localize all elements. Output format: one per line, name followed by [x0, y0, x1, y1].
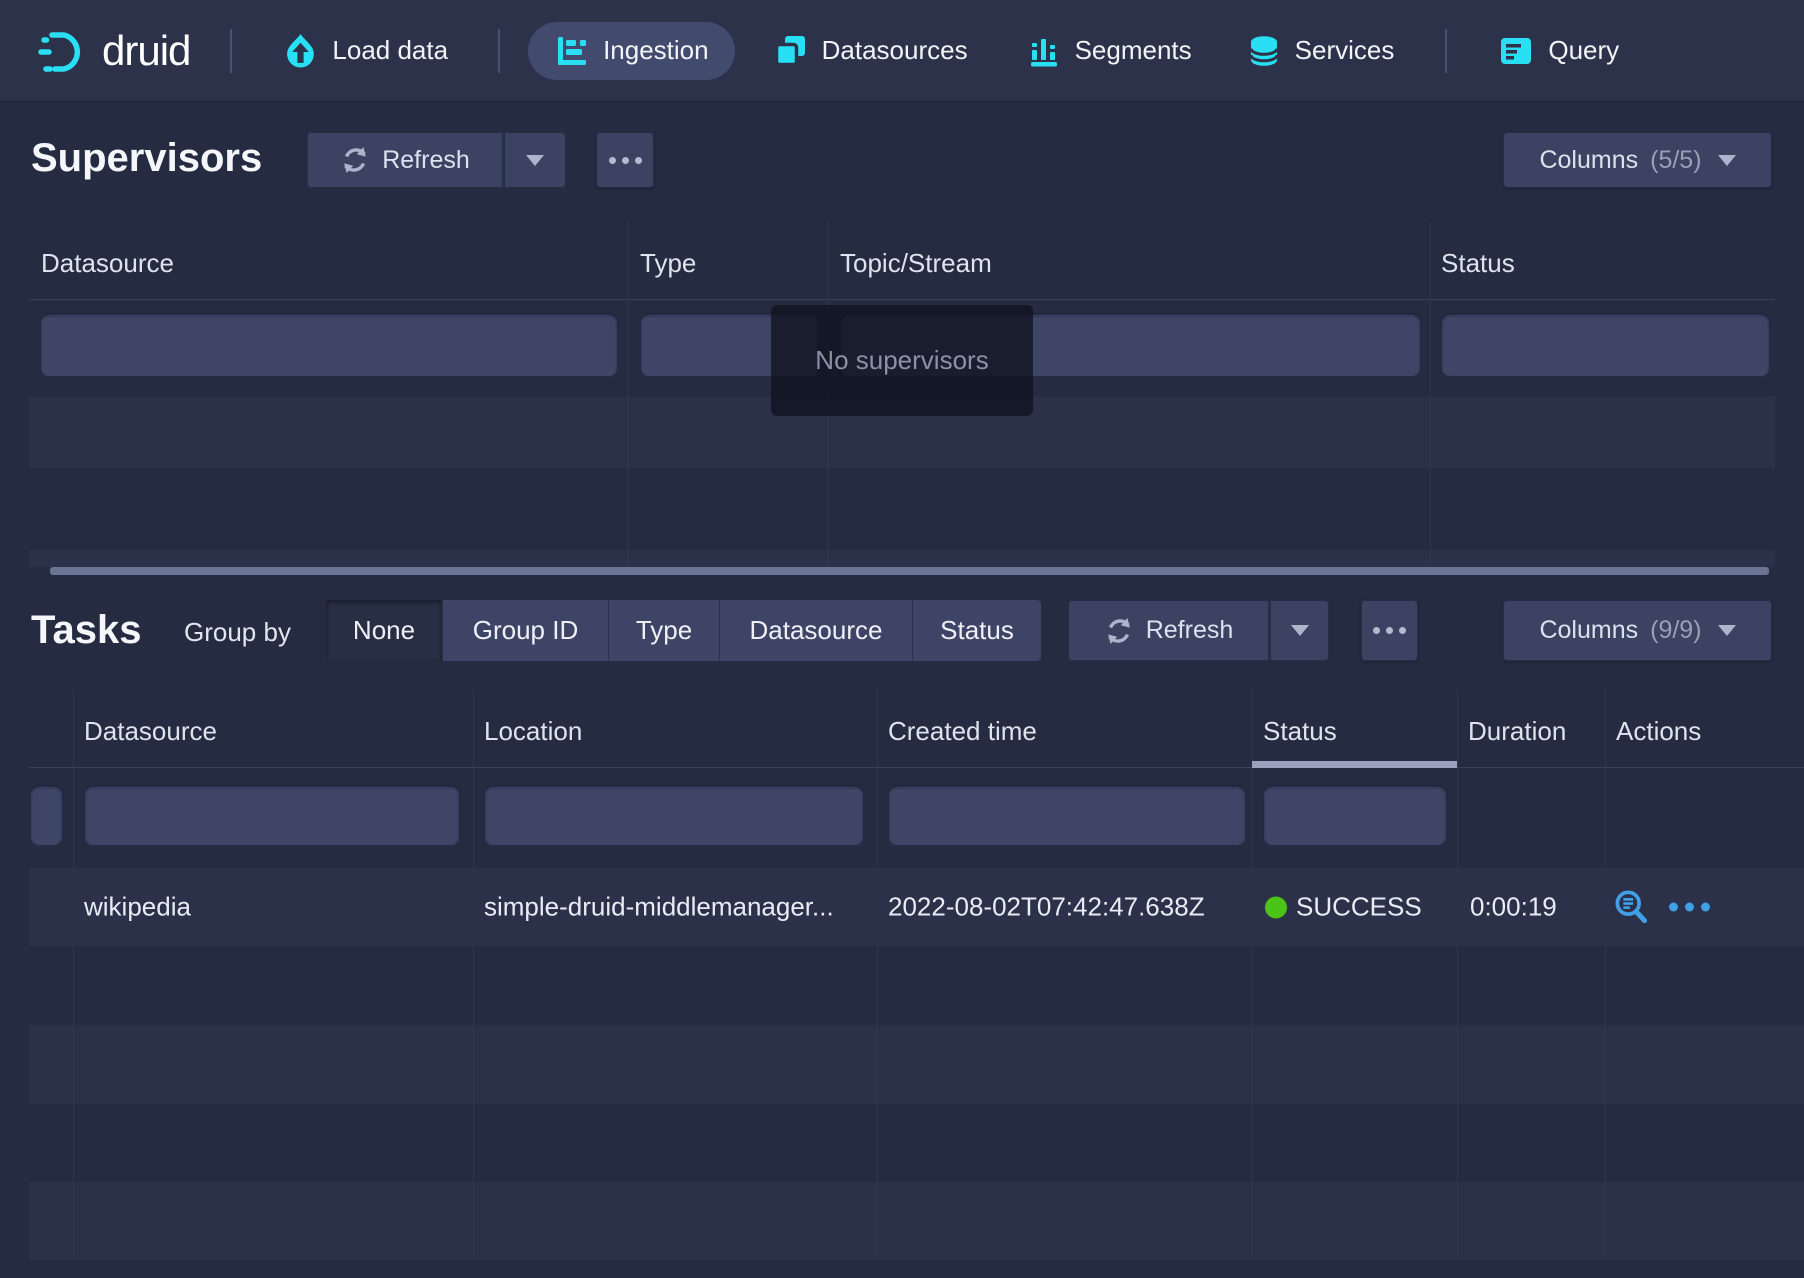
refresh-label: Refresh: [382, 146, 470, 175]
supervisors-columns-button[interactable]: Columns (5/5): [1503, 132, 1772, 188]
druid-logo-text: druid: [102, 27, 190, 75]
column-header-location[interactable]: Location: [484, 716, 582, 747]
group-by-none-button[interactable]: None: [326, 600, 443, 661]
nav-item-label: Query: [1548, 35, 1619, 66]
status-success-dot: [1265, 896, 1287, 918]
refresh-dropdown-button[interactable]: [503, 132, 566, 188]
nav-item-label: Services: [1295, 35, 1395, 66]
columns-count: (9/9): [1650, 616, 1701, 645]
column-header-datasource[interactable]: Datasource: [41, 248, 174, 279]
cell-datasource: wikipedia: [84, 892, 191, 923]
status-filter-input[interactable]: [1441, 313, 1770, 377]
datasources-icon: [774, 35, 807, 67]
nav-divider: [230, 29, 232, 73]
refresh-dropdown-button[interactable]: [1269, 600, 1329, 661]
more-icon: [609, 157, 642, 164]
empty-state-overlay: No supervisors: [771, 305, 1033, 416]
cell-status: SUCCESS: [1265, 892, 1422, 923]
column-header-datasource[interactable]: Datasource: [84, 716, 217, 747]
location-filter-input[interactable]: [484, 785, 864, 846]
empty-state-message: No supervisors: [815, 345, 988, 376]
chevron-down-icon: [1718, 625, 1736, 636]
druid-console: druid Load data Ingestion: [0, 0, 1804, 1278]
task-id-filter-input[interactable]: [30, 785, 63, 846]
status-filter-input[interactable]: [1263, 785, 1447, 846]
supervisors-table: Datasource Type Topic/Stream Status No s…: [29, 222, 1775, 576]
column-header-status[interactable]: Status: [1263, 716, 1337, 747]
nav-divider: [1445, 29, 1447, 73]
group-by-group-id-button[interactable]: Group ID: [443, 600, 609, 661]
nav-load-data[interactable]: Load data: [284, 33, 448, 68]
nav-query[interactable]: Query: [1499, 35, 1619, 66]
tasks-table: Datasource Location Created time Status …: [29, 690, 1804, 1260]
query-icon: [1499, 36, 1533, 66]
segments-icon: [1028, 35, 1060, 67]
services-icon: [1248, 34, 1280, 68]
cell-created-time: 2022-08-02T07:42:47.638Z: [888, 892, 1205, 923]
group-by-button-group: None Group ID Type Datasource Status: [326, 600, 1041, 661]
nav-item-label: Load data: [332, 35, 448, 66]
column-header-created-time[interactable]: Created time: [888, 716, 1037, 747]
nav-item-label: Datasources: [822, 35, 968, 66]
group-by-status-button[interactable]: Status: [913, 600, 1041, 661]
tasks-more-button[interactable]: [1361, 600, 1418, 661]
datasource-filter-input[interactable]: [84, 785, 460, 846]
tasks-title: Tasks: [31, 608, 141, 653]
status-text: SUCCESS: [1296, 892, 1422, 923]
datasource-filter-input[interactable]: [40, 313, 618, 377]
supervisors-title: Supervisors: [31, 136, 262, 181]
group-by-datasource-button[interactable]: Datasource: [720, 600, 913, 661]
top-nav: druid Load data Ingestion: [0, 0, 1804, 101]
chevron-down-icon: [1291, 625, 1309, 636]
refresh-icon: [1104, 616, 1134, 646]
columns-count: (5/5): [1650, 146, 1701, 175]
refresh-button[interactable]: Refresh: [1068, 600, 1269, 661]
group-by-type-button[interactable]: Type: [609, 600, 720, 661]
more-icon: [1373, 627, 1406, 634]
task-row-wikipedia[interactable]: wikipedia simple-druid-middlemanager... …: [29, 868, 1804, 946]
ingestion-chart-icon: [556, 35, 588, 67]
tasks-refresh-split-button: Refresh: [1068, 600, 1329, 661]
column-header-duration[interactable]: Duration: [1468, 716, 1566, 747]
task-detail-magnifier-icon[interactable]: [1613, 889, 1650, 926]
table-row: [29, 550, 1775, 567]
columns-label: Columns: [1539, 146, 1638, 175]
column-header-type[interactable]: Type: [640, 248, 696, 279]
table-row: [29, 1025, 1804, 1104]
nav-ingestion[interactable]: Ingestion: [528, 22, 735, 80]
supervisors-more-button[interactable]: [596, 132, 654, 188]
cell-actions: [1613, 889, 1710, 926]
horizontal-scrollbar[interactable]: [50, 567, 1769, 575]
supervisors-refresh-split-button: Refresh: [307, 132, 566, 188]
group-by-label: Group by: [184, 617, 291, 648]
nav-datasources[interactable]: Datasources: [774, 35, 968, 67]
cell-location: simple-druid-middlemanager...: [484, 892, 834, 923]
column-header-status[interactable]: Status: [1441, 248, 1515, 279]
created-time-filter-input[interactable]: [888, 785, 1246, 846]
column-header-topic-stream[interactable]: Topic/Stream: [840, 248, 992, 279]
nav-services[interactable]: Services: [1248, 34, 1395, 68]
druid-logo[interactable]: druid: [38, 27, 190, 75]
tasks-columns-button[interactable]: Columns (9/9): [1503, 600, 1772, 661]
nav-divider: [498, 29, 500, 73]
nav-item-label: Ingestion: [603, 35, 709, 66]
chevron-down-icon: [526, 155, 544, 166]
sort-indicator-status: [1252, 761, 1457, 768]
columns-label: Columns: [1539, 616, 1638, 645]
druid-logo-icon: [38, 28, 88, 74]
upload-icon: [284, 33, 317, 68]
nav-item-label: Segments: [1075, 35, 1192, 66]
chevron-down-icon: [1718, 155, 1736, 166]
refresh-icon: [340, 145, 370, 175]
nav-segments[interactable]: Segments: [1028, 35, 1192, 67]
refresh-button[interactable]: Refresh: [307, 132, 503, 188]
refresh-label: Refresh: [1146, 616, 1234, 645]
cell-duration: 0:00:19: [1470, 892, 1557, 923]
table-row: [29, 1182, 1804, 1260]
column-header-actions[interactable]: Actions: [1616, 716, 1701, 747]
task-actions-more-icon[interactable]: [1669, 903, 1710, 912]
